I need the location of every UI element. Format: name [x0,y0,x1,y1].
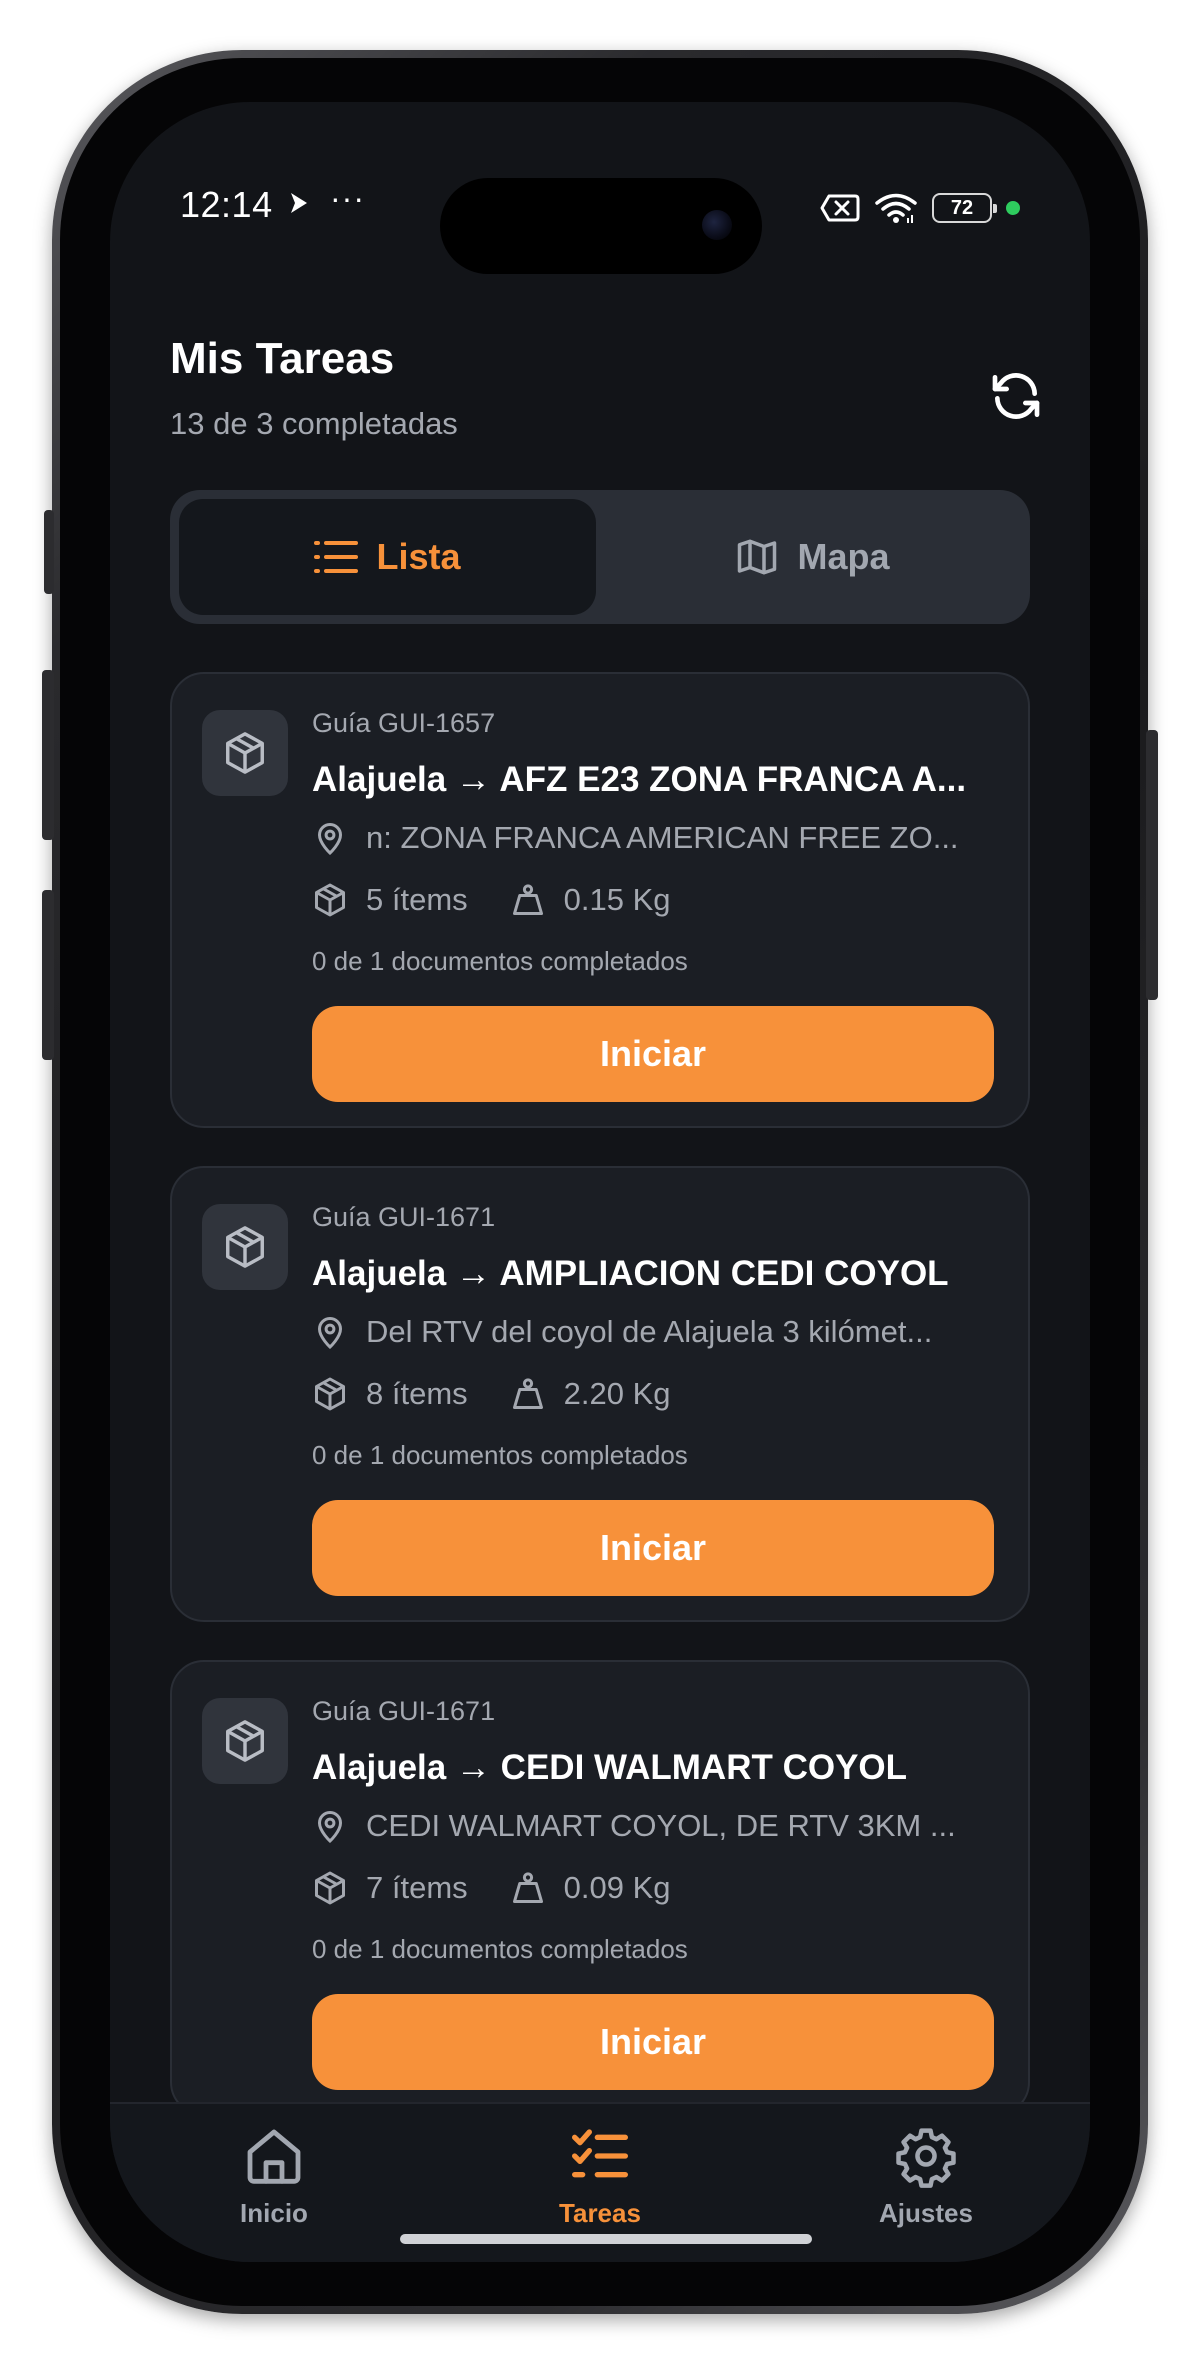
action-button [44,510,54,594]
map-icon [738,539,777,575]
weight-icon [512,1378,543,1409]
box-icon [315,883,345,917]
items-count: 7 ítems [366,1870,468,1905]
status-right-group: 72 [820,190,1020,226]
nav-item-inicio[interactable]: Inicio [174,2124,374,2229]
location-pin-icon [317,1317,343,1350]
package-icon-box [202,1698,288,1784]
documents-progress: 0 de 1 documentos completados [312,1440,688,1470]
app-screen: 12:14 ··· 72 Mis Tareas 13 de 3 completa… [110,102,1090,2262]
package-icon-box [202,1204,288,1290]
address-row: Del RTV del coyol de Alajuela 3 kilómet.… [312,1314,1002,1350]
weight-value: 0.15 Kg [563,882,671,917]
page-subtitle: 13 de 3 completadas [170,406,458,441]
guide-number: Guía GUI-1671 [312,1696,496,1726]
view-toggle: Lista Mapa [170,490,1030,624]
box-icon [315,1871,345,1905]
items-metric: 8 ítems [312,1376,468,1412]
status-time: 12:14 [180,184,273,225]
start-button[interactable]: Iniciar [312,1500,994,1596]
battery-icon: 72 [932,193,997,223]
address-text: CEDI WALMART COYOL, DE RTV 3KM ... [366,1808,956,1843]
package-icon [226,732,264,774]
status-bar: 12:14 ··· 72 [110,102,1090,274]
sim-off-icon [820,194,860,222]
task-card[interactable]: Guía GUI-1657 Alajuela → AFZ E23 ZONA FR… [170,672,1030,1128]
weight-value: 2.20 Kg [563,1376,671,1411]
dynamic-island [440,178,762,274]
nav-item-tareas[interactable]: Tareas [500,2124,700,2229]
volume-down-button [42,890,54,1060]
address-text: n: ZONA FRANCA AMERICAN FREE ZO... [366,820,959,855]
nav-item-ajustes[interactable]: Ajustes [826,2124,1026,2229]
refresh-icon [992,373,1040,419]
location-pin-icon [317,823,343,856]
guide-number: Guía GUI-1671 [312,1202,496,1232]
weight-metric: 0.09 Kg [510,1870,671,1906]
start-button[interactable]: Iniciar [312,1994,994,2090]
tab-list-label: Lista [376,536,461,577]
box-icon [315,1377,345,1411]
home-icon [247,2129,301,2184]
tasks-checklist-icon [572,2129,628,2178]
nav-label-tareas: Tareas [559,2198,641,2228]
weight-value: 0.09 Kg [563,1870,671,1905]
gear-icon [896,2128,956,2188]
metrics-row: 5 ítems 0.15 Kg [312,882,1002,918]
volume-up-button [42,670,54,840]
items-metric: 5 ítems [312,882,468,918]
power-button [1146,730,1158,1000]
tab-list[interactable]: Lista [179,499,596,615]
green-dot-indicator [1006,201,1020,215]
refresh-button[interactable] [984,364,1048,428]
nav-label-inicio: Inicio [240,2198,308,2228]
home-indicator[interactable] [400,2234,812,2244]
address-text: Del RTV del coyol de Alajuela 3 kilómet.… [366,1314,933,1349]
items-metric: 7 ítems [312,1870,468,1906]
front-camera [702,210,732,240]
package-icon-box [202,710,288,796]
weight-metric: 2.20 Kg [510,1376,671,1412]
tab-map[interactable]: Mapa [604,499,1021,615]
page-title: Mis Tareas [170,334,395,383]
play-icon [291,193,307,213]
phone-frame: 12:14 ··· 72 Mis Tareas 13 de 3 completa… [42,50,1158,2314]
nav-label-ajustes: Ajustes [879,2198,973,2228]
wifi-icon [875,193,917,223]
status-more-dots: ··· [330,180,365,216]
package-icon [226,1226,264,1268]
address-row: n: ZONA FRANCA AMERICAN FREE ZO... [312,820,1002,856]
items-count: 8 ítems [366,1376,468,1411]
route-title: Alajuela → CEDI WALMART COYOL [312,1748,908,1787]
address-row: CEDI WALMART COYOL, DE RTV 3KM ... [312,1808,1002,1844]
items-count: 5 ítems [366,882,468,917]
package-icon [226,1720,264,1762]
task-card[interactable]: Guía GUI-1671 Alajuela → CEDI WALMART CO… [170,1660,1030,2116]
documents-progress: 0 de 1 documentos completados [312,946,688,976]
task-card[interactable]: Guía GUI-1671 Alajuela → AMPLIACION CEDI… [170,1166,1030,1622]
route-title: Alajuela → AFZ E23 ZONA FRANCA A... [312,760,967,799]
weight-icon [512,884,543,915]
route-title: Alajuela → AMPLIACION CEDI COYOL [312,1254,949,1293]
weight-metric: 0.15 Kg [510,882,671,918]
battery-level: 72 [950,196,974,219]
metrics-row: 7 ítems 0.09 Kg [312,1870,1002,1906]
weight-icon [512,1872,543,1903]
tab-map-label: Mapa [797,536,890,577]
location-pin-icon [317,1811,343,1844]
metrics-row: 8 ítems 2.20 Kg [312,1376,1002,1412]
guide-number: Guía GUI-1657 [312,708,496,738]
start-button[interactable]: Iniciar [312,1006,994,1102]
list-icon [314,541,359,573]
documents-progress: 0 de 1 documentos completados [312,1934,688,1964]
